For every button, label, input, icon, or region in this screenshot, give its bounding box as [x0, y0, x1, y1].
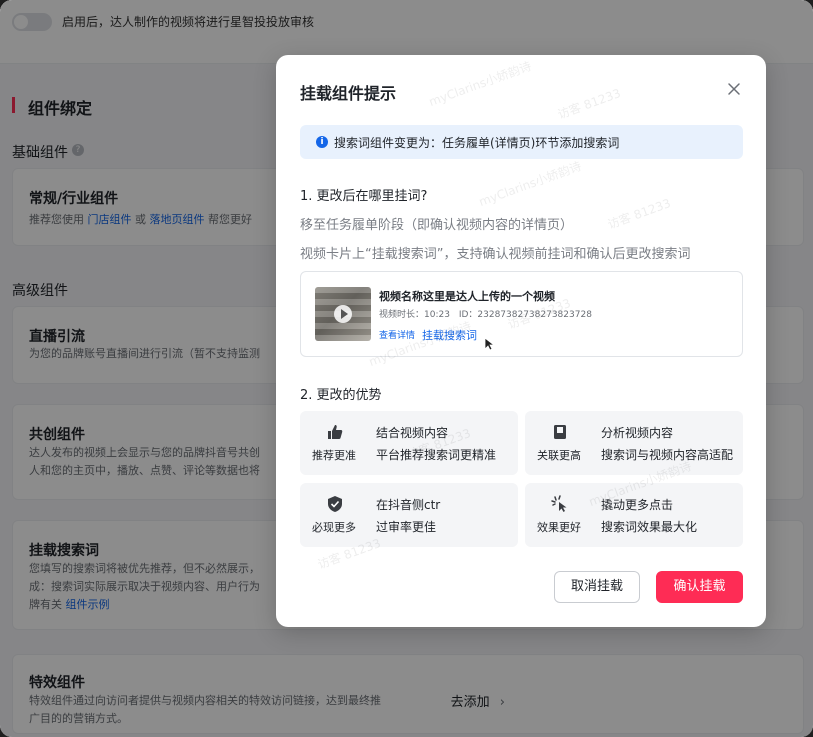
close-icon[interactable] — [726, 81, 742, 97]
advantage-line-2: 搜索词与视频内容高适配 — [601, 448, 734, 462]
question-1-title: 1. 更改后在哪里挂词? — [300, 189, 428, 204]
advantage-tile: 关联更高 分析视频内容 搜索词与视频内容高适配 — [525, 411, 743, 475]
watermark-visitor: 访客 81233 — [605, 196, 673, 232]
advantage-line-1: 在抖音侧ctr — [376, 498, 441, 512]
video-thumbnail — [315, 287, 371, 341]
advantage-name: 关联更高 — [537, 449, 581, 462]
mount-component-modal: 挂载组件提示 i 搜索词组件变更为：任务履单(详情页)环节添加搜索词 1. 更改… — [276, 55, 766, 627]
cancel-mount-button[interactable]: 取消挂载 — [554, 571, 640, 603]
play-icon — [334, 305, 352, 323]
advantage-name: 效果更好 — [537, 521, 581, 534]
watermark-visitor: 访客 81233 — [555, 86, 623, 122]
advantage-line-1: 分析视频内容 — [601, 426, 674, 440]
watermark-user: myClarins小娇韵诗 — [427, 58, 534, 110]
modal-title: 挂载组件提示 — [300, 84, 397, 103]
video-duration: 视频时长：10:23 — [379, 310, 450, 320]
advantage-line-2: 过审率更佳 — [376, 520, 437, 534]
cursor-icon — [484, 336, 496, 351]
advantage-tile: 必现更多 在抖音侧ctr 过审率更佳 — [300, 483, 518, 547]
shield-check-icon — [326, 495, 344, 513]
thumbs-up-icon — [326, 423, 344, 441]
advantage-name: 必现更多 — [312, 521, 356, 534]
advantage-name: 推荐更准 — [312, 449, 356, 462]
question-2-title: 2. 更改的优势 — [300, 388, 382, 403]
book-icon — [551, 423, 569, 441]
info-icon: i — [316, 136, 328, 148]
sparkle-click-icon — [551, 495, 569, 513]
video-name: 视频名称这里是达人上传的一个视频 — [379, 290, 555, 303]
confirm-mount-button[interactable]: 确认挂载 — [656, 571, 743, 603]
advantage-tile: 推荐更准 结合视频内容 平台推荐搜索词更精准 — [300, 411, 518, 475]
question-1-line-1: 移至任务履单阶段（即确认视频内容的详情页） — [300, 218, 574, 233]
advantage-line-2: 搜索词效果最大化 — [601, 520, 698, 534]
question-1-line-2: 视频卡片上“挂载搜索词”，支持确认视频前挂词和确认后更改搜索词 — [300, 247, 691, 262]
notice-banner: i 搜索词组件变更为：任务履单(详情页)环节添加搜索词 — [300, 125, 743, 159]
notice-text: 搜索词组件变更为：任务履单(详情页)环节添加搜索词 — [334, 136, 620, 150]
app-window: 启用后，达人制作的视频将进行星智投投放审核 组件绑定 基础组件 ? 常规/行业组… — [0, 0, 813, 737]
watermark-user: myClarins小娇韵诗 — [477, 158, 584, 210]
